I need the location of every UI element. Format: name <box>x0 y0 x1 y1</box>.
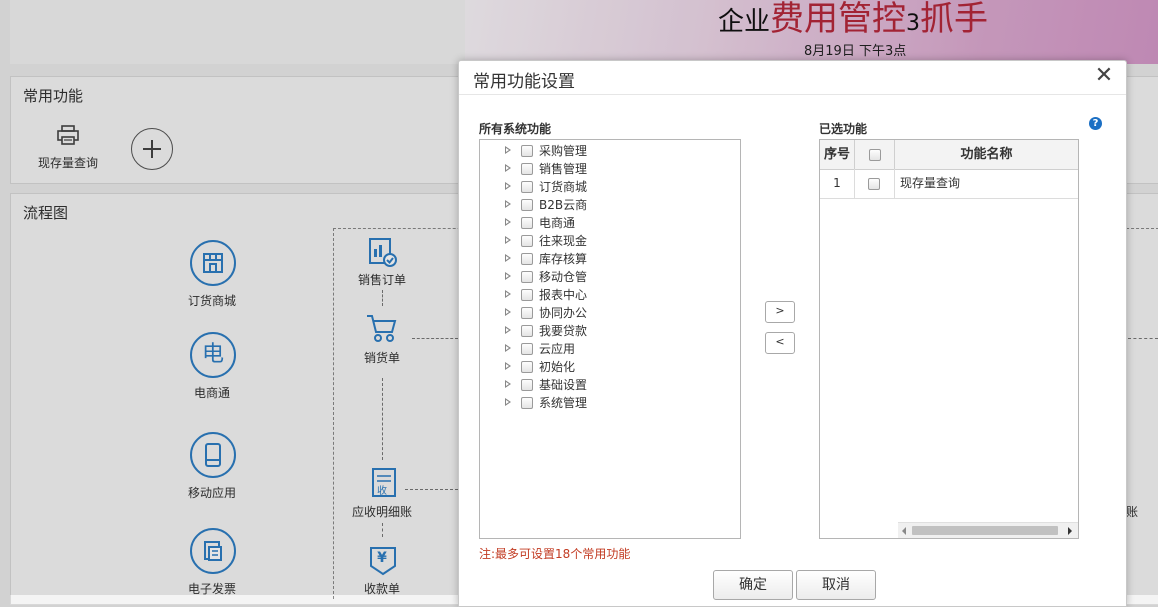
limit-note: 注:最多可设置18个常用功能 <box>479 547 631 561</box>
tree-checkbox[interactable] <box>521 379 533 391</box>
tree-item-label: 报表中心 <box>539 288 588 302</box>
expand-arrow-icon[interactable] <box>505 164 511 172</box>
expand-arrow-icon[interactable] <box>505 272 511 280</box>
col-header-name: 功能名称 <box>960 147 1013 162</box>
move-left-button[interactable]: < <box>765 332 795 354</box>
expand-arrow-icon[interactable] <box>505 398 511 406</box>
tree-checkbox[interactable] <box>521 199 533 211</box>
expand-arrow-icon[interactable] <box>505 218 511 226</box>
tree-item[interactable]: 订货商城 <box>480 178 738 196</box>
tree-item-label: 基础设置 <box>539 378 588 392</box>
row-select <box>855 169 895 199</box>
tree-checkbox[interactable] <box>521 397 533 409</box>
tree-checkbox[interactable] <box>521 343 533 355</box>
expand-arrow-icon[interactable] <box>505 182 511 190</box>
dialog-title: 常用功能设置 <box>473 72 575 92</box>
all-functions-label: 所有系统功能 <box>479 122 552 136</box>
tree-item[interactable]: 系统管理 <box>480 394 738 412</box>
selected-functions-grid: 序号 功能名称 1 现存量查询 <box>819 139 1079 539</box>
expand-arrow-icon[interactable] <box>505 290 511 298</box>
scroll-thumb[interactable] <box>912 526 1058 535</box>
tree-checkbox[interactable] <box>521 325 533 337</box>
expand-arrow-icon[interactable] <box>505 146 511 154</box>
tree-item[interactable]: 往来现金 <box>480 232 738 250</box>
tree-item[interactable]: 初始化 <box>480 358 738 376</box>
tree-item[interactable]: 电商通 <box>480 214 738 232</box>
tree-item[interactable]: 销售管理 <box>480 160 738 178</box>
tree-item-label: 往来现金 <box>539 234 588 248</box>
tree-checkbox[interactable] <box>521 307 533 319</box>
tree-item-label: 初始化 <box>539 360 576 374</box>
tree-item-label: 采购管理 <box>539 144 588 158</box>
common-functions-dialog: 常用功能设置 ✕ 所有系统功能 已选功能 ? 采购管理 销售管理 订货商城 B2… <box>458 60 1127 607</box>
tree-item-label: 电商通 <box>539 216 576 230</box>
expand-arrow-icon[interactable] <box>505 326 511 334</box>
tree-item[interactable]: 移动仓管 <box>480 268 738 286</box>
tree-checkbox[interactable] <box>521 253 533 265</box>
tree-checkbox[interactable] <box>521 163 533 175</box>
expand-arrow-icon[interactable] <box>505 254 511 262</box>
expand-arrow-icon[interactable] <box>505 362 511 370</box>
tree-item[interactable]: 库存核算 <box>480 250 738 268</box>
tree-item-label: 移动仓管 <box>539 270 588 284</box>
tree-item-label: 协同办公 <box>539 306 588 320</box>
tree-item[interactable]: 协同办公 <box>480 304 738 322</box>
col-header-no: 序号 <box>820 140 855 169</box>
move-right-button[interactable]: > <box>765 301 795 323</box>
tree-item-label: 销售管理 <box>539 162 588 176</box>
expand-arrow-icon[interactable] <box>505 380 511 388</box>
tree-item-label: 系统管理 <box>539 396 588 410</box>
tree-checkbox[interactable] <box>521 271 533 283</box>
expand-arrow-icon[interactable] <box>505 236 511 244</box>
tree-checkbox[interactable] <box>521 181 533 193</box>
tree-item-label: B2B云商 <box>539 198 588 212</box>
select-all-checkbox[interactable] <box>869 149 881 161</box>
dialog-divider <box>459 94 1126 95</box>
tree-checkbox[interactable] <box>521 361 533 373</box>
ok-button[interactable]: 确定 <box>713 570 793 600</box>
grid-header: 序号 功能名称 <box>820 140 1078 170</box>
tree-item[interactable]: 采购管理 <box>480 142 738 160</box>
expand-arrow-icon[interactable] <box>505 200 511 208</box>
tree-item-label: 我要贷款 <box>539 324 588 338</box>
close-icon[interactable]: ✕ <box>1094 65 1114 87</box>
tree-checkbox[interactable] <box>521 217 533 229</box>
col-header-select <box>855 140 895 169</box>
tree-checkbox[interactable] <box>521 235 533 247</box>
row-number: 1 <box>820 169 855 199</box>
selected-functions-label: 已选功能 <box>819 122 868 136</box>
expand-arrow-icon[interactable] <box>505 344 511 352</box>
scroll-left-icon[interactable] <box>902 527 906 535</box>
tree-item-label: 库存核算 <box>539 252 588 266</box>
tree-item[interactable]: 报表中心 <box>480 286 738 304</box>
function-tree: 采购管理 销售管理 订货商城 B2B云商 电商通 往来现金 库存核算 移动仓管 … <box>479 139 741 539</box>
tree-item-label: 云应用 <box>539 342 576 356</box>
tree-item[interactable]: 基础设置 <box>480 376 738 394</box>
horizontal-scrollbar[interactable] <box>898 522 1078 538</box>
scroll-right-icon[interactable] <box>1068 527 1072 535</box>
row-checkbox[interactable] <box>868 178 880 190</box>
row-function-name: 现存量查询 <box>895 169 1078 199</box>
tree-item[interactable]: B2B云商 <box>480 196 738 214</box>
tree-item[interactable]: 我要贷款 <box>480 322 738 340</box>
tree-checkbox[interactable] <box>521 145 533 157</box>
tree-checkbox[interactable] <box>521 289 533 301</box>
tree-item[interactable]: 云应用 <box>480 340 738 358</box>
expand-arrow-icon[interactable] <box>505 308 511 316</box>
tree-item-label: 订货商城 <box>539 180 588 194</box>
cancel-button[interactable]: 取消 <box>796 570 876 600</box>
help-icon[interactable]: ? <box>1089 117 1102 130</box>
